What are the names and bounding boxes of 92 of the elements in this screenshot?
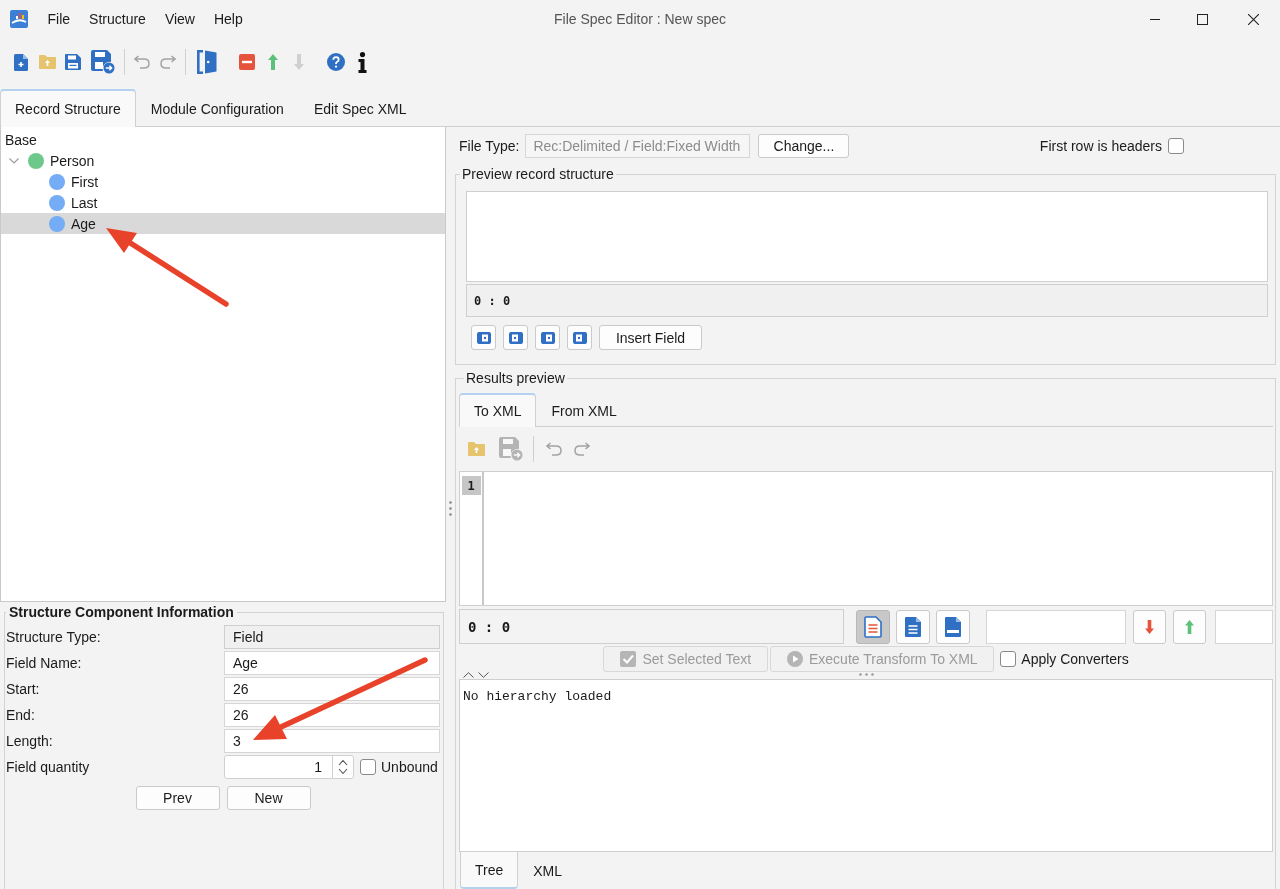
undo-icon: [134, 55, 150, 69]
menu-item[interactable]: File: [38, 9, 80, 29]
maximize-icon: [1196, 13, 1208, 25]
field-label: Length:: [6, 732, 54, 751]
grip-icon[interactable]: [449, 500, 452, 516]
tab[interactable]: XML: [518, 852, 578, 889]
open-folder-icon: [38, 55, 56, 69]
undo-icon: [546, 442, 562, 456]
tree-item[interactable]: Age: [1, 213, 445, 234]
field-label: Field quantity: [6, 758, 91, 777]
field-label: Field Name:: [6, 654, 83, 673]
icon-button[interactable]: [567, 325, 592, 350]
save-icon: [65, 54, 81, 70]
tab[interactable]: Tree: [460, 852, 519, 889]
menu-item[interactable]: View: [155, 9, 205, 29]
panel-icon: [476, 331, 491, 344]
file-type-field: Rec:Delimited / Field:Fixed Width: [525, 134, 751, 158]
code-editor[interactable]: 1: [459, 471, 1273, 606]
new-file-icon: [14, 53, 28, 71]
tree-item[interactable]: First: [1, 171, 445, 192]
group-title: Results preview: [465, 370, 566, 387]
document-icon: [904, 615, 922, 638]
field-label: Structure Type:: [6, 628, 102, 647]
save-as-icon: [91, 50, 115, 74]
grip-icon[interactable]: [859, 673, 874, 676]
output-text: No hierarchy loaded: [463, 689, 612, 704]
down-arrow-icon: [294, 54, 304, 70]
icon-button[interactable]: [503, 325, 528, 350]
field-label: End:: [6, 706, 36, 725]
tree-item[interactable]: Last: [1, 192, 445, 213]
check-icon: [620, 651, 637, 667]
text-field[interactable]: [986, 609, 1126, 644]
up-down-arrows-icon[interactable]: [338, 759, 348, 775]
nav-button[interactable]: Prev: [135, 786, 220, 810]
info-icon: [357, 51, 367, 73]
checkbox-label: First row is headers: [1039, 138, 1162, 154]
chevron-up-icon[interactable]: [463, 672, 474, 678]
document-icon: [864, 615, 882, 638]
position-indicator: 0 : 0: [466, 284, 1268, 317]
minus-icon: [239, 54, 255, 70]
move-up-button[interactable]: [1173, 609, 1206, 644]
panel-icon: [572, 331, 587, 344]
web-document-icon: [944, 615, 962, 638]
play-icon: [787, 651, 803, 667]
panel-icon: [540, 331, 555, 344]
door-icon: [197, 50, 217, 74]
minimize-icon: [1150, 18, 1160, 20]
field-label: File Type:: [459, 138, 520, 154]
icon-button[interactable]: [471, 325, 496, 350]
menu-item[interactable]: Help: [204, 9, 253, 29]
readonly-field: Field: [224, 625, 440, 649]
view-toggle-button[interactable]: [896, 609, 930, 644]
open-folder-icon: [467, 442, 485, 456]
view-toggle-button[interactable]: [856, 609, 890, 644]
nav-button[interactable]: New: [226, 786, 311, 810]
chevron-down-icon[interactable]: [478, 672, 489, 678]
chevron-down-icon[interactable]: [9, 157, 19, 164]
checkbox-label: Unbound: [381, 759, 438, 775]
move-down-button[interactable]: [1133, 609, 1166, 644]
view-toggle-button[interactable]: [936, 609, 970, 644]
tree-item[interactable]: Base: [1, 129, 445, 150]
checkbox-label: Apply Converters: [1021, 651, 1129, 667]
window-title: File Spec Editor : New spec: [554, 11, 726, 27]
field-label: Start:: [6, 680, 41, 699]
checkbox[interactable]: [1000, 651, 1017, 667]
checkbox[interactable]: [1168, 138, 1184, 154]
tree-item[interactable]: Person: [1, 150, 445, 171]
tab[interactable]: Module Configuration: [135, 89, 299, 127]
position-indicator: 0 : 0: [459, 609, 844, 644]
menu-item[interactable]: Structure: [79, 9, 156, 29]
close-icon: [1247, 13, 1259, 25]
number-spinner[interactable]: 1: [224, 755, 354, 779]
redo-icon: [574, 442, 590, 456]
group-title: Structure Component Information: [8, 604, 235, 621]
redo-icon: [160, 55, 176, 69]
tab[interactable]: Edit Spec XML: [298, 89, 422, 127]
help-icon: [327, 53, 345, 71]
line-number: 1: [461, 476, 481, 495]
checkbox[interactable]: [360, 759, 376, 775]
save-as-icon: [499, 437, 523, 461]
tab[interactable]: From XML: [536, 393, 632, 427]
group-title: Preview record structure: [461, 166, 615, 183]
up-arrow-icon: [1185, 619, 1194, 634]
tab[interactable]: Record Structure: [0, 89, 136, 127]
up-arrow-icon: [268, 54, 278, 70]
app-icon: [10, 10, 28, 28]
insert-field-button[interactable]: Insert Field: [599, 325, 702, 350]
panel-icon: [508, 331, 523, 344]
tab[interactable]: To XML: [459, 393, 537, 427]
text-field[interactable]: [1215, 609, 1273, 644]
icon-button[interactable]: [535, 325, 560, 350]
down-arrow-icon: [1145, 619, 1154, 634]
